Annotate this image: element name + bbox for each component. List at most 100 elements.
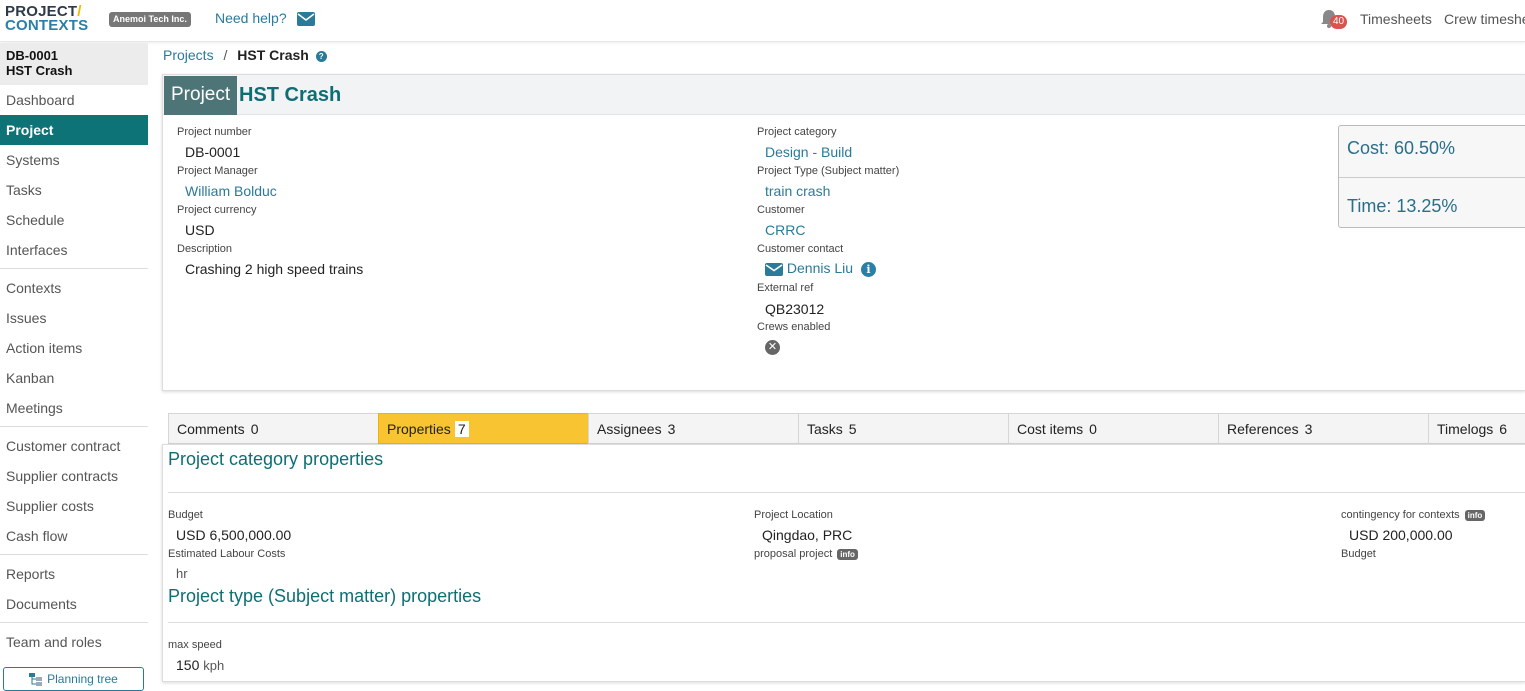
timesheets-link[interactable]: Timesheets: [1360, 11, 1432, 27]
project-type-link[interactable]: train crash: [765, 183, 830, 199]
location-value: Qingdao, PRC: [762, 527, 853, 543]
sidebar-item-tasks[interactable]: Tasks: [0, 175, 148, 205]
sidebar-divider: [0, 426, 148, 427]
project-panel-header: Project HST Crash: [163, 75, 1525, 115]
sidebar-item-meetings[interactable]: Meetings: [0, 393, 148, 423]
tab-comments[interactable]: Comments 0: [168, 413, 379, 444]
tab-bar: Comments 0 Properties 7 Assignees 3 Tasks 5 Cost…: [168, 413, 1525, 444]
sidebar-item-schedule[interactable]: Schedule: [0, 205, 148, 235]
customer-contact: Dennis Liu i: [765, 260, 876, 277]
sidebar-item-issues[interactable]: Issues: [0, 303, 148, 333]
tab-properties[interactable]: Properties 7: [378, 413, 589, 444]
tab-label: References: [1227, 421, 1299, 437]
notification-count-badge: 40: [1330, 15, 1348, 29]
tab-label: Timelogs: [1437, 421, 1494, 437]
customer-label: Customer: [757, 204, 805, 216]
sidebar-item-dashboard[interactable]: Dashboard: [0, 85, 148, 115]
stats-divider: [1339, 177, 1525, 178]
page-title: HST Crash: [239, 84, 342, 106]
field-label: Description: [177, 243, 233, 255]
company-badge: Anemoi Tech Inc.: [109, 12, 191, 27]
type-properties-title: Project type (Subject matter) properties: [168, 586, 482, 606]
contingency-label: contingency for contexts info: [1341, 509, 1486, 521]
project-panel: Project HST Crash Project number DB-0001 P…: [162, 74, 1525, 391]
tab-label: Assignees: [597, 421, 662, 437]
tab-count: 5: [848, 421, 857, 437]
sidebar-item-team-and-roles[interactable]: Team and roles: [0, 627, 148, 657]
project-tag: Project: [164, 76, 238, 115]
sidebar-item-action-items[interactable]: Action items: [0, 333, 148, 363]
sidebar-divider: [0, 554, 148, 555]
breadcrumb-projects-link[interactable]: Projects: [163, 47, 214, 63]
crew-timesheets-link[interactable]: Crew timeshe: [1444, 11, 1525, 27]
field-label: Project number: [177, 126, 252, 138]
location-label: Project Location: [754, 509, 833, 521]
need-help-link[interactable]: Need help?: [215, 10, 315, 27]
info-icon[interactable]: i: [860, 261, 876, 277]
info-badge[interactable]: info: [837, 548, 858, 560]
customer-contact-link[interactable]: Dennis Liu: [787, 260, 853, 276]
project-category-link[interactable]: Design - Build: [765, 144, 852, 160]
cost-percentage: Cost: 60.50%: [1347, 138, 1456, 158]
help-icon[interactable]: ?: [315, 50, 327, 62]
tab-cost-items[interactable]: Cost items 0: [1008, 413, 1219, 444]
field-label: Project currency: [177, 204, 257, 216]
tab-timelogs[interactable]: Timelogs 6: [1428, 413, 1525, 444]
tab-count: 7: [454, 421, 469, 437]
tab-count: 0: [250, 421, 259, 437]
time-percentage: Time: 13.25%: [1347, 196, 1458, 216]
sidebar-item-interfaces[interactable]: Interfaces: [0, 235, 148, 265]
category-properties-title: Project category properties: [168, 449, 384, 469]
properties-panel: Project category properties Budget USD 6…: [162, 444, 1525, 682]
info-badge[interactable]: info: [1464, 509, 1486, 521]
sidebar-item-cash-flow[interactable]: Cash flow: [0, 521, 148, 551]
sidebar-divider: [0, 268, 148, 269]
sidebar-divider: [0, 622, 148, 623]
sidebar-project-header[interactable]: DB-0001 HST Crash: [0, 43, 148, 85]
breadcrumb-current: HST Crash: [237, 47, 309, 63]
sidebar-item-supplier-costs[interactable]: Supplier costs: [0, 491, 148, 521]
external-ref-label: External ref: [757, 282, 814, 294]
customer-contact-label: Customer contact: [757, 243, 844, 255]
envelope-icon[interactable]: [765, 262, 783, 276]
breadcrumb: Projects / HST Crash ?: [163, 47, 327, 63]
sidebar: DB-0001 HST Crash Dashboard Project System…: [0, 43, 148, 691]
sidebar-item-documents[interactable]: Documents: [0, 589, 148, 619]
customer-link[interactable]: CRRC: [765, 222, 805, 238]
tab-label: Properties: [387, 421, 451, 437]
sidebar-item-project[interactable]: Project: [0, 115, 148, 145]
envelope-icon: [296, 12, 315, 27]
max-speed-unit: kph: [203, 658, 225, 673]
labour-costs-label: Estimated Labour Costs: [168, 548, 286, 560]
contingency-value: USD 200,000.00: [1349, 527, 1453, 543]
tab-assignees[interactable]: Assignees 3: [588, 413, 799, 444]
project-type-label: Project Type (Subject matter): [757, 165, 900, 177]
max-speed-value: 150 kph: [176, 657, 225, 673]
breadcrumb-separator: /: [223, 47, 228, 63]
sidebar-item-supplier-contracts[interactable]: Supplier contracts: [0, 461, 148, 491]
need-help-label: Need help?: [215, 10, 287, 26]
sidebar-nav: Dashboard Project Systems Tasks Schedule Inte…: [0, 85, 148, 657]
tab-label: Cost items: [1017, 421, 1084, 437]
project-category-label: Project category: [757, 126, 837, 138]
sidebar-item-customer-contract[interactable]: Customer contract: [0, 431, 148, 461]
tab-label: Tasks: [807, 421, 843, 437]
tab-count: 6: [1499, 421, 1508, 437]
app-logo[interactable]: PROJECT/ CONTEXTS: [5, 4, 95, 37]
field-value: DB-0001: [185, 144, 241, 160]
budget-value: USD 6,500,000.00: [176, 527, 292, 543]
planning-tree-label: Planning tree: [47, 672, 118, 686]
tab-tasks[interactable]: Tasks 5: [798, 413, 1009, 444]
field-value-link[interactable]: William Bolduc: [185, 183, 277, 199]
tab-count: 0: [1089, 421, 1097, 437]
close-circle-icon: ✕: [765, 340, 780, 355]
sidebar-item-reports[interactable]: Reports: [0, 559, 148, 589]
planning-tree-button[interactable]: Planning tree: [3, 667, 144, 691]
sidebar-item-contexts[interactable]: Contexts: [0, 273, 148, 303]
sidebar-item-kanban[interactable]: Kanban: [0, 363, 148, 393]
sidebar-item-systems[interactable]: Systems: [0, 145, 148, 175]
budget-secondary-label: Budget: [1341, 548, 1376, 560]
tab-count: 3: [667, 421, 676, 437]
tab-references[interactable]: References 3: [1218, 413, 1429, 444]
sidebar-project-name: HST Crash: [6, 63, 73, 78]
